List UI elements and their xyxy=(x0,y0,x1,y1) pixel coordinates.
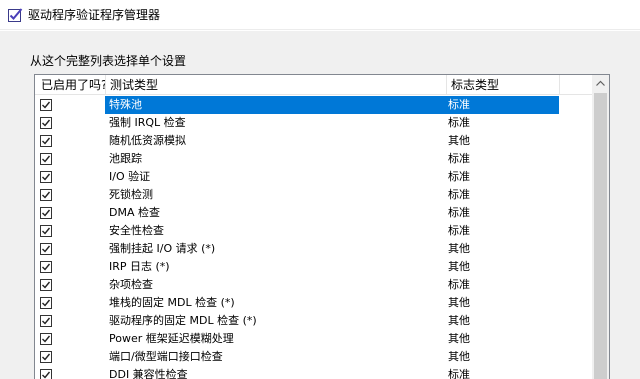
scrollbar-thumb[interactable] xyxy=(594,93,607,379)
enabled-checkbox[interactable] xyxy=(40,117,52,129)
enabled-checkbox[interactable] xyxy=(40,225,52,237)
column-header-test-type[interactable]: 测试类型 xyxy=(106,75,445,95)
list-item[interactable]: 特殊池 标准 xyxy=(35,96,592,114)
test-type-cell: 杂项检查 xyxy=(109,278,153,291)
flag-type-cell: 标准 xyxy=(448,224,470,237)
test-type-cell: 池跟踪 xyxy=(109,152,142,165)
test-type-cell: 死锁检测 xyxy=(109,188,153,201)
checkmark-icon xyxy=(42,209,51,217)
enabled-checkbox[interactable] xyxy=(40,261,52,273)
list-item[interactable]: 死锁检测 标准 xyxy=(35,186,592,204)
flag-type-cell: 其他 xyxy=(448,134,470,147)
checkmark-icon xyxy=(42,227,51,235)
flag-type-cell: 其他 xyxy=(448,242,470,255)
list-item[interactable]: 强制 IRQL 检查 标准 xyxy=(35,114,592,132)
flag-type-cell: 标准 xyxy=(448,206,470,219)
checkmark-icon xyxy=(42,335,51,343)
checkmark-icon xyxy=(42,263,51,271)
enabled-checkbox[interactable] xyxy=(40,135,52,147)
flag-type-cell: 标准 xyxy=(448,116,470,129)
checkmark-icon xyxy=(42,191,51,199)
checkmark-icon xyxy=(42,317,51,325)
list-item[interactable]: IRP 日志 (*) 其他 xyxy=(35,258,592,276)
list-header: 已启用了吗? 测试类型 标志类型 xyxy=(35,75,592,95)
enabled-checkbox[interactable] xyxy=(40,207,52,219)
test-type-cell: DMA 检查 xyxy=(109,206,160,219)
list-item[interactable]: 安全性检查 标准 xyxy=(35,222,592,240)
flag-type-cell: 标准 xyxy=(448,170,470,183)
flag-type-cell: 其他 xyxy=(448,260,470,273)
enabled-checkbox[interactable] xyxy=(40,153,52,165)
flag-type-cell: 标准 xyxy=(448,368,470,379)
list-item[interactable]: 池跟踪 标准 xyxy=(35,150,592,168)
flag-type-cell: 其他 xyxy=(448,332,470,345)
title-bar[interactable]: 驱动程序验证程序管理器 xyxy=(0,0,640,30)
list-item[interactable]: 驱动程序的固定 MDL 检查 (*) 其他 xyxy=(35,312,592,330)
column-divider[interactable] xyxy=(559,75,560,95)
enabled-checkbox[interactable] xyxy=(40,315,52,327)
checkmark-icon xyxy=(42,101,51,109)
enabled-checkbox[interactable] xyxy=(40,369,52,379)
dialog-body: 从这个完整列表选择单个设置 已启用了吗? 测试类型 标志类型 特殊池 标准 强制 I… xyxy=(0,31,640,379)
flag-type-cell: 标准 xyxy=(448,152,470,165)
enabled-checkbox[interactable] xyxy=(40,99,52,111)
checkmark-icon xyxy=(42,353,51,361)
flag-type-cell: 标准 xyxy=(448,278,470,291)
flag-type-cell: 其他 xyxy=(448,296,470,309)
enabled-checkbox[interactable] xyxy=(40,333,52,345)
enabled-checkbox[interactable] xyxy=(40,351,52,363)
flag-type-cell: 标准 xyxy=(448,188,470,201)
test-type-cell: DDI 兼容性检查 xyxy=(109,368,188,379)
test-type-cell: 端口/微型端口接口检查 xyxy=(109,350,223,363)
list-item[interactable]: 随机低资源模拟 其他 xyxy=(35,132,592,150)
list-item[interactable]: 端口/微型端口接口检查 其他 xyxy=(35,348,592,366)
list-item[interactable]: 杂项检查 标准 xyxy=(35,276,592,294)
window-title: 驱动程序验证程序管理器 xyxy=(28,8,161,22)
enabled-checkbox[interactable] xyxy=(40,297,52,309)
chevron-up-icon xyxy=(596,80,605,86)
checkmark-icon xyxy=(42,299,51,307)
list-item[interactable]: DDI 兼容性检查 标准 xyxy=(35,366,592,379)
checkmark-icon xyxy=(42,155,51,163)
checkmark-icon xyxy=(42,173,51,181)
checkmark-icon xyxy=(42,137,51,145)
flag-type-cell: 其他 xyxy=(448,314,470,327)
test-type-cell: I/O 验证 xyxy=(109,170,151,183)
vertical-scrollbar[interactable] xyxy=(592,75,609,379)
settings-list[interactable]: 已启用了吗? 测试类型 标志类型 特殊池 标准 强制 IRQL 检查 标准 随机低资源模… xyxy=(34,74,610,379)
column-header-flag-type[interactable]: 标志类型 xyxy=(447,75,559,95)
scroll-up-button[interactable] xyxy=(592,75,609,92)
test-type-cell: 强制 IRQL 检查 xyxy=(109,116,186,129)
test-type-cell: IRP 日志 (*) xyxy=(109,260,170,273)
checkmark-icon xyxy=(42,281,51,289)
flag-type-cell: 其他 xyxy=(448,350,470,363)
test-type-cell: 随机低资源模拟 xyxy=(109,134,186,147)
test-type-cell: 堆栈的固定 MDL 检查 (*) xyxy=(109,296,235,309)
list-item[interactable]: 堆栈的固定 MDL 检查 (*) 其他 xyxy=(35,294,592,312)
checkmark-icon xyxy=(42,119,51,127)
list-item[interactable]: 强制挂起 I/O 请求 (*) 其他 xyxy=(35,240,592,258)
list-item[interactable]: I/O 验证 标准 xyxy=(35,168,592,186)
flag-type-cell: 标准 xyxy=(448,98,470,111)
list-rows: 特殊池 标准 强制 IRQL 检查 标准 随机低资源模拟 其他 池跟踪 标准 I/O 验证 标准死… xyxy=(35,96,592,379)
enabled-checkbox[interactable] xyxy=(40,279,52,291)
enabled-checkbox[interactable] xyxy=(40,243,52,255)
test-type-cell: 驱动程序的固定 MDL 检查 (*) xyxy=(109,314,257,327)
test-type-cell: 安全性检查 xyxy=(109,224,164,237)
list-item[interactable]: Power 框架延迟模糊处理 其他 xyxy=(35,330,592,348)
list-item[interactable]: DMA 检查 标准 xyxy=(35,204,592,222)
instruction-label: 从这个完整列表选择单个设置 xyxy=(30,54,187,68)
enabled-checkbox[interactable] xyxy=(40,171,52,183)
test-type-cell: Power 框架延迟模糊处理 xyxy=(109,332,234,345)
test-type-cell: 特殊池 xyxy=(109,98,142,111)
checkmark-icon xyxy=(42,245,51,253)
test-type-cell: 强制挂起 I/O 请求 (*) xyxy=(109,242,216,255)
enabled-checkbox[interactable] xyxy=(40,189,52,201)
column-header-enabled[interactable]: 已启用了吗? xyxy=(37,75,105,95)
checkmark-icon xyxy=(42,371,51,379)
checklist-icon xyxy=(7,7,23,23)
